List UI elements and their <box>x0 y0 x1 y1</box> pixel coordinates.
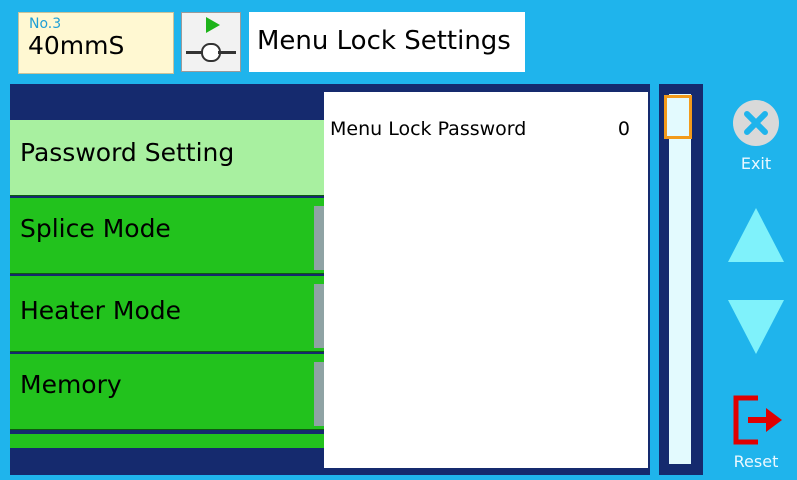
exit-label: Exit <box>740 154 772 173</box>
setting-row[interactable]: Menu Lock Password 0 <box>324 92 648 152</box>
splice-mode-badge: No.3 40mmS <box>18 12 174 74</box>
menu-item-heater-mode[interactable]: Heater Mode <box>10 276 326 352</box>
page-title-box: Menu Lock Settings <box>249 12 525 72</box>
reset-icon <box>733 395 782 445</box>
mode-number: No.3 <box>29 16 62 32</box>
page-title: Menu Lock Settings <box>257 26 511 56</box>
scroll-track[interactable] <box>669 94 691 464</box>
scrollbar[interactable] <box>659 84 703 475</box>
menu-item-memory[interactable]: Memory <box>10 354 326 430</box>
menu-item-password-setting[interactable]: Password Setting <box>10 120 338 196</box>
setting-label: Menu Lock Password <box>330 118 527 140</box>
scroll-up-button[interactable] <box>726 206 786 266</box>
menu-item-partial[interactable] <box>10 434 326 448</box>
mode-name: 40mmS <box>28 31 125 60</box>
exit-button[interactable]: Exit <box>726 96 786 178</box>
settings-list: Menu Lock Password 0 <box>324 92 648 468</box>
menu-item-label: Memory <box>20 370 122 399</box>
menu-item-label: Heater Mode <box>20 296 182 325</box>
reset-button[interactable]: Reset <box>722 392 790 476</box>
close-icon <box>733 100 779 146</box>
scroll-thumb[interactable] <box>664 95 692 139</box>
triangle-down-icon <box>728 300 784 354</box>
splice-start-icon <box>186 17 236 62</box>
scroll-down-button[interactable] <box>726 296 786 356</box>
triangle-up-icon <box>728 208 784 262</box>
setting-value: 0 <box>617 118 630 140</box>
menu-item-splice-mode[interactable]: Splice Mode <box>10 198 326 274</box>
menu-item-label: Splice Mode <box>20 214 171 243</box>
reset-label: Reset <box>733 452 779 471</box>
splice-start-button[interactable] <box>181 12 241 72</box>
menu-item-label: Password Setting <box>20 138 235 167</box>
